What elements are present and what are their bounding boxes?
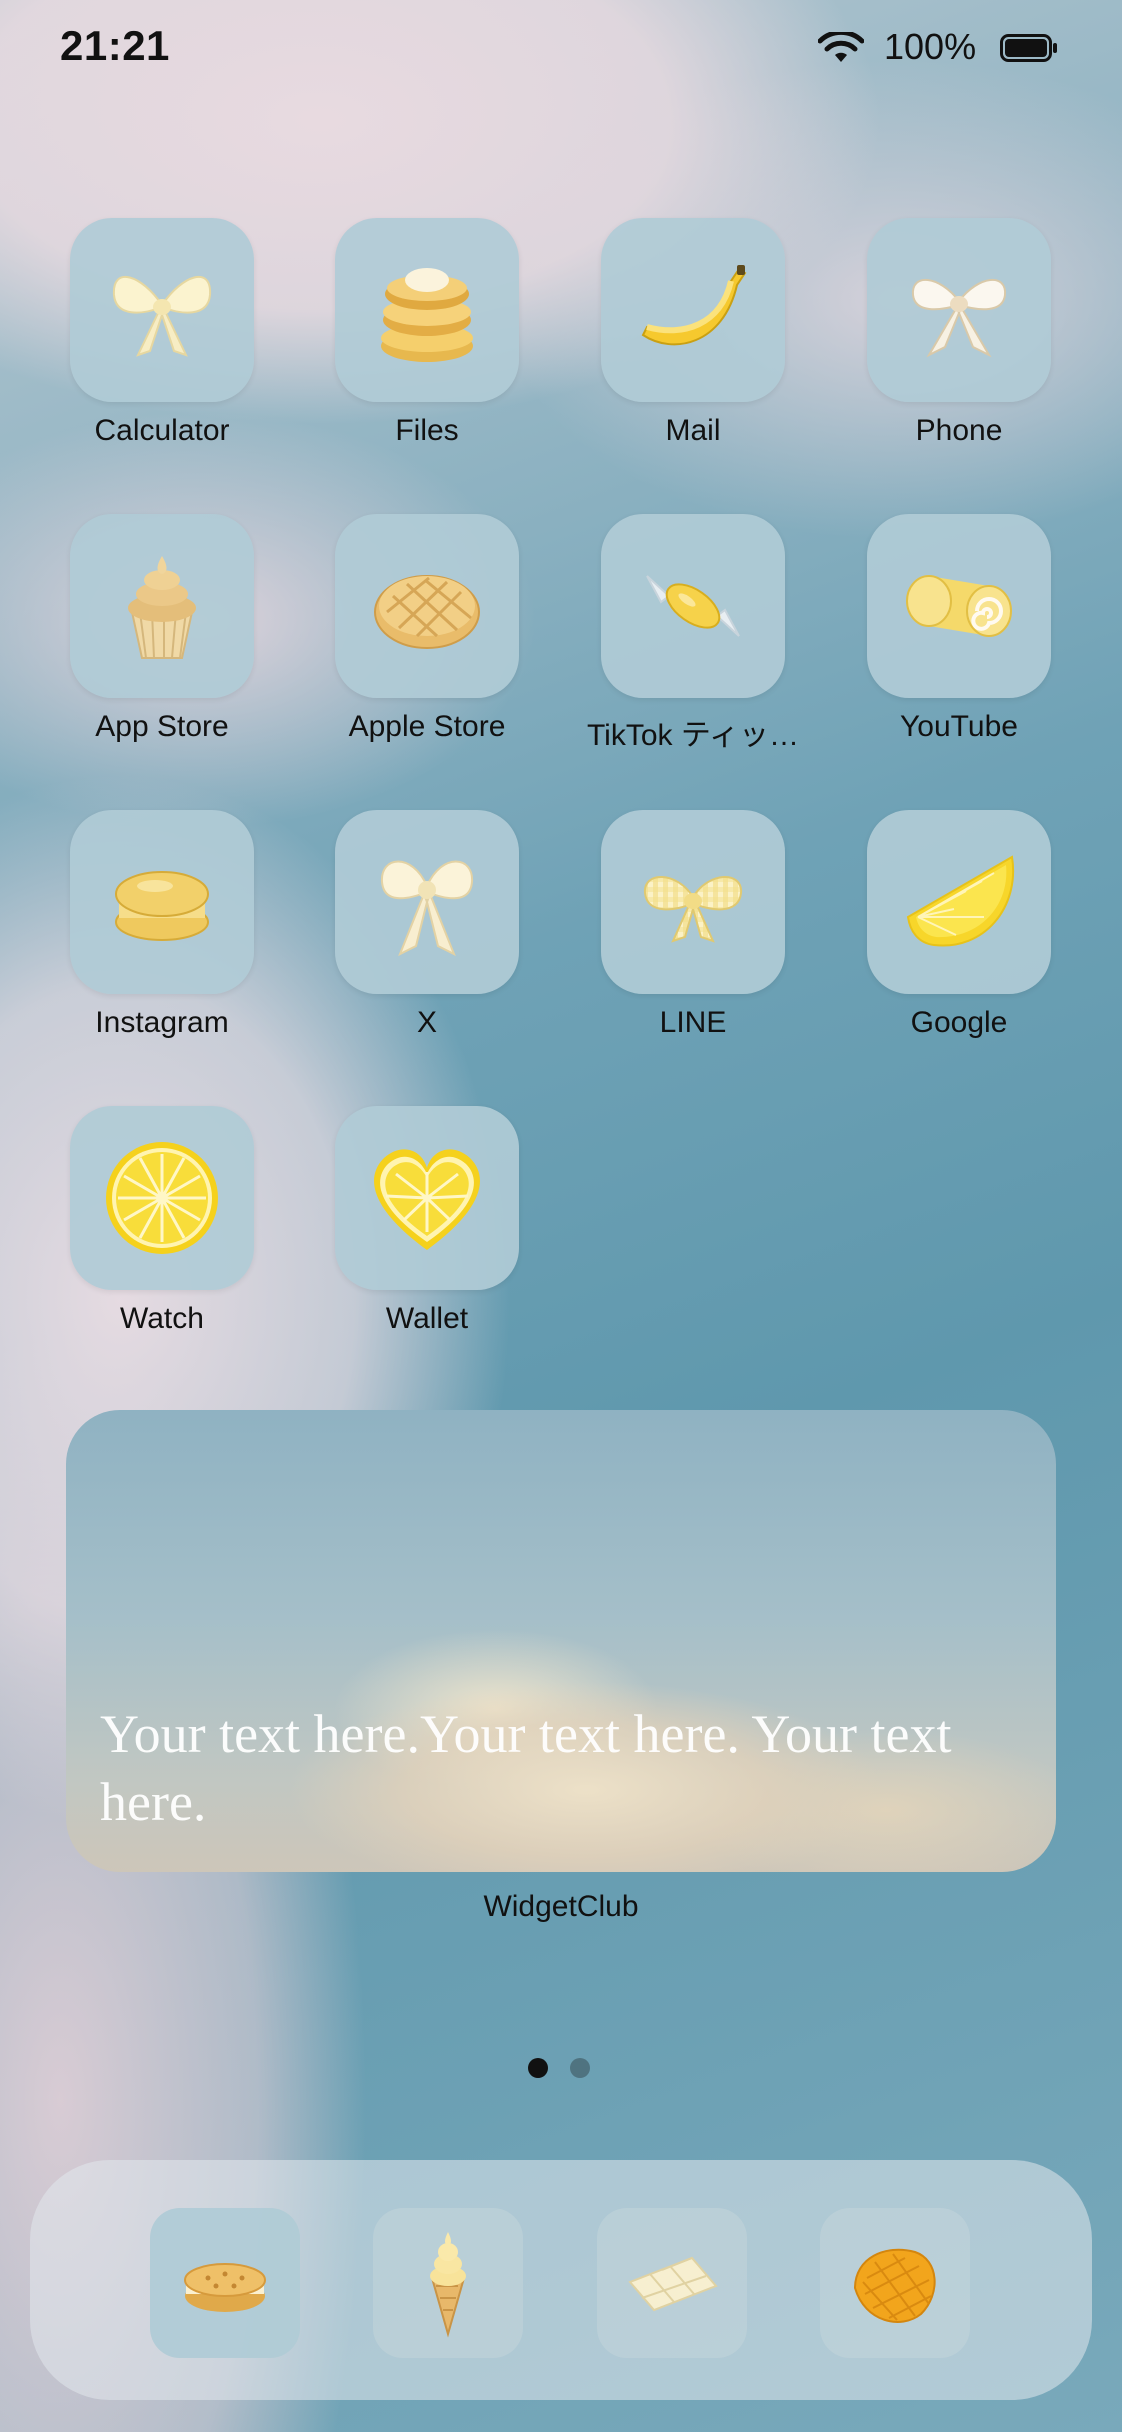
app-label: Files xyxy=(395,414,459,447)
app-label: Phone xyxy=(915,414,1003,447)
dock-app-1[interactable] xyxy=(150,2208,300,2358)
app-tile xyxy=(601,514,785,698)
app-phone[interactable]: Phone xyxy=(859,218,1059,448)
dock xyxy=(30,2160,1092,2400)
widget-text: Your text here.Your text here. Your text… xyxy=(100,1704,952,1832)
app-tile xyxy=(867,810,1051,994)
app-label: YouTube xyxy=(900,710,1018,743)
ice-cream-cone-icon xyxy=(430,2232,466,2338)
wifi-icon xyxy=(818,32,864,62)
app-files[interactable]: Files xyxy=(327,218,527,448)
app-wallet[interactable]: Wallet xyxy=(327,1106,527,1336)
app-tile xyxy=(70,810,254,994)
dock-app-4[interactable] xyxy=(820,2208,970,2358)
app-tile xyxy=(70,1106,254,1290)
mango-icon xyxy=(853,2248,936,2323)
battery-icon xyxy=(1000,34,1057,62)
app-tile xyxy=(867,218,1051,402)
cookie-sandwich-icon xyxy=(184,2263,266,2312)
app-youtube[interactable]: YouTube xyxy=(859,514,1059,744)
page-indicator[interactable] xyxy=(528,2058,590,2078)
battery-percent: 100% xyxy=(884,26,977,67)
app-apple-store[interactable]: Apple Store xyxy=(327,514,527,744)
app-google[interactable]: Google xyxy=(859,810,1059,1040)
lemon-slice-icon xyxy=(106,1142,218,1254)
app-tiktok[interactable]: TikTok ティッ… xyxy=(587,514,799,754)
app-label: Watch xyxy=(120,1302,204,1335)
candy-icon xyxy=(646,575,740,637)
widgetclub-widget[interactable]: Your text here.Your text here. Your text… xyxy=(66,1410,1056,1872)
page-dot-active xyxy=(528,2058,548,2078)
app-x[interactable]: X xyxy=(327,810,527,1040)
widget-label: WidgetClub xyxy=(483,1890,639,1923)
app-tile xyxy=(601,810,785,994)
app-tile xyxy=(335,1106,519,1290)
app-label: X xyxy=(416,1006,437,1039)
pancakes-icon xyxy=(381,268,473,362)
melonpan-icon xyxy=(374,575,480,649)
bow-icon xyxy=(380,860,474,957)
bow-icon xyxy=(911,279,1007,358)
app-instagram[interactable]: Instagram xyxy=(62,810,262,1040)
app-label: TikTok ティッ… xyxy=(586,719,800,752)
lemon-wedge-icon xyxy=(906,855,1015,947)
macaron-icon xyxy=(115,871,209,941)
app-line[interactable]: LINE xyxy=(593,810,793,1040)
cupcake-icon xyxy=(128,556,196,659)
app-calculator[interactable]: Calculator xyxy=(62,218,262,448)
app-tile xyxy=(70,218,254,402)
dock-app-3[interactable] xyxy=(597,2208,747,2358)
app-tile xyxy=(335,514,519,698)
app-label: Instagram xyxy=(95,1006,229,1039)
app-label: Calculator xyxy=(94,414,230,447)
gingham-bow-icon xyxy=(643,876,743,943)
heart-lemon-icon xyxy=(374,1149,480,1250)
app-label: Apple Store xyxy=(348,710,506,743)
app-app-store[interactable]: App Store xyxy=(62,514,262,744)
app-label: Wallet xyxy=(385,1302,469,1335)
app-tile xyxy=(335,810,519,994)
app-watch[interactable]: Watch xyxy=(62,1106,262,1336)
dock-app-2[interactable] xyxy=(373,2208,523,2358)
banana-icon xyxy=(641,265,747,346)
bow-icon xyxy=(112,275,212,357)
app-mail[interactable]: Mail xyxy=(593,218,793,448)
white-chocolate-icon xyxy=(628,2256,718,2312)
app-label: Google xyxy=(910,1006,1008,1039)
app-label: App Store xyxy=(95,710,229,743)
page-dot xyxy=(570,2058,590,2078)
app-label: Mail xyxy=(665,414,721,447)
status-bar: 21:21 100% xyxy=(0,0,1122,100)
app-tile xyxy=(601,218,785,402)
status-time: 21:21 xyxy=(60,22,170,69)
app-tile xyxy=(335,218,519,402)
app-label: LINE xyxy=(659,1006,727,1039)
app-tile xyxy=(867,514,1051,698)
app-tile xyxy=(70,514,254,698)
roll-cake-icon xyxy=(906,575,1012,637)
